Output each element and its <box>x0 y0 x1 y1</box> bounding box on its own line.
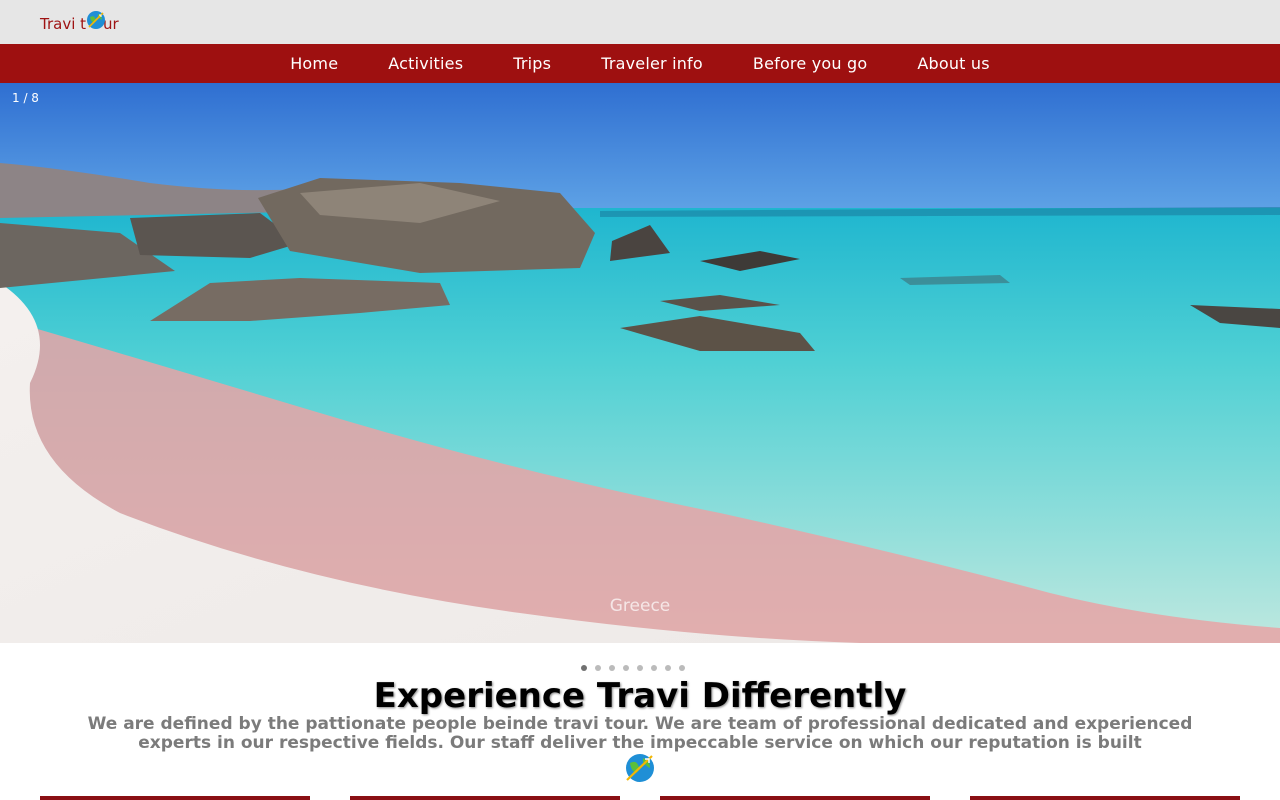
slide-dot[interactable] <box>623 665 629 671</box>
nav-before-you-go[interactable]: Before you go <box>728 44 892 83</box>
feature-card[interactable] <box>350 796 620 800</box>
slide-counter: 1 / 8 <box>12 91 39 105</box>
feature-card[interactable] <box>40 796 310 800</box>
slide-caption: Greece <box>609 596 671 616</box>
nav-about-us[interactable]: About us <box>892 44 1014 83</box>
slide-dot[interactable] <box>679 665 685 671</box>
hero-slideshow[interactable]: 1 / 8 Greece <box>0 83 1280 643</box>
nav-home[interactable]: Home <box>265 44 363 83</box>
nav-trips[interactable]: Trips <box>488 44 576 83</box>
slide-dot[interactable] <box>609 665 615 671</box>
globe-airplane-icon <box>626 754 654 782</box>
brand-name-part1: Travi t <box>40 15 87 33</box>
nav-activities[interactable]: Activities <box>363 44 488 83</box>
slide-dot[interactable] <box>581 665 587 671</box>
slide-dot[interactable] <box>665 665 671 671</box>
slide-dot[interactable] <box>595 665 601 671</box>
feature-cards <box>0 796 1280 800</box>
nav-traveler-info[interactable]: Traveler info <box>576 44 728 83</box>
slide-dots <box>0 665 1273 671</box>
feature-card[interactable] <box>970 796 1240 800</box>
top-header: Travi t ur <box>0 0 1280 44</box>
intro-text: We are defined by the pattionate people … <box>87 714 1193 753</box>
beach-photo <box>0 83 1280 643</box>
feature-card[interactable] <box>660 796 930 800</box>
page-headline: Experience Travi Differently <box>373 676 907 716</box>
brand-logo[interactable]: Travi t ur <box>40 11 119 35</box>
slide-dot[interactable] <box>651 665 657 671</box>
globe-airplane-icon <box>87 11 106 29</box>
slide-dot[interactable] <box>637 665 643 671</box>
main-nav: Home Activities Trips Traveler info Befo… <box>0 44 1280 83</box>
